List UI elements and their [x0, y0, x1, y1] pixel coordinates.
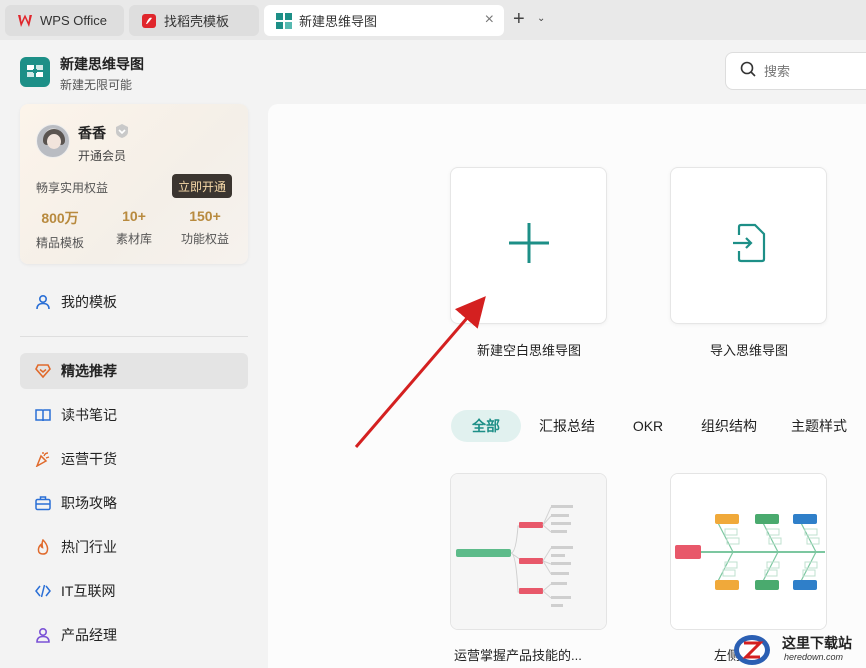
search-icon: [740, 61, 756, 82]
tab-label: WPS Office: [40, 13, 107, 28]
category-theme-style[interactable]: 主题样式: [783, 410, 855, 442]
mindmap-logo-icon: [276, 12, 292, 29]
tab-wps-office[interactable]: WPS Office: [5, 5, 124, 36]
sidebar-item-label: 我的模板: [61, 294, 117, 310]
member-status[interactable]: 开通会员: [78, 147, 126, 164]
user-icon: [35, 294, 51, 310]
sidebar-item-operations[interactable]: 运营干货: [20, 441, 248, 477]
stat-templates[interactable]: 800万 精品模板: [25, 208, 95, 251]
import-mindmap-button[interactable]: [670, 167, 827, 324]
watermark-name: 这里下载站: [782, 636, 852, 652]
sidebar-item-hot-industry[interactable]: 热门行业: [20, 529, 248, 565]
sidebar-item-my-templates[interactable]: 我的模板: [20, 284, 248, 320]
member-card: 香香 开通会员 畅享实用权益 立即开通 800万 精品模板 10+ 素材库 15…: [20, 104, 248, 264]
sidebar-item-it-internet[interactable]: IT互联网: [20, 573, 248, 609]
user-icon: [35, 627, 51, 643]
stat-features[interactable]: 150+ 功能权益: [170, 208, 240, 247]
chevron-down-icon[interactable]: ⌄: [537, 13, 545, 24]
search-input[interactable]: [764, 63, 854, 79]
book-icon: [35, 407, 51, 423]
sidebar-item-label: 运营干货: [61, 451, 117, 467]
template-thumbnail: [451, 474, 606, 629]
sidebar-item-featured[interactable]: 精选推荐: [20, 353, 248, 389]
sidebar-item-reading-notes[interactable]: 读书笔记: [20, 397, 248, 433]
code-icon: [35, 583, 51, 599]
category-report[interactable]: 汇报总结: [531, 410, 603, 442]
sidebar-item-label: 热门行业: [61, 539, 117, 555]
import-icon: [731, 223, 767, 268]
category-all[interactable]: 全部: [451, 410, 521, 442]
wps-logo-icon: [17, 13, 33, 29]
page-title: 新建思维导图: [60, 56, 144, 72]
new-blank-label: 新建空白思维导图: [476, 343, 581, 358]
category-okr[interactable]: OKR: [623, 410, 673, 442]
template-thumbnail: [671, 474, 826, 629]
tab-docer[interactable]: 找稻壳模板: [129, 5, 259, 36]
watermark-logo-icon: [732, 630, 772, 668]
watermark-url: heredown.com: [784, 652, 844, 662]
tab-new-mindmap[interactable]: 新建思维导图 ×: [264, 5, 504, 36]
sidebar-item-label: 读书笔记: [61, 407, 117, 423]
flame-icon: [35, 539, 51, 555]
search-box[interactable]: [725, 52, 866, 90]
template-card[interactable]: [450, 473, 607, 630]
diamond-icon: [35, 363, 51, 379]
plus-icon[interactable]: +: [513, 9, 525, 29]
docer-logo-icon: [141, 13, 157, 29]
user-name: 香香: [78, 125, 106, 141]
sidebar-item-label: 产品经理: [61, 627, 117, 643]
app-logo-icon: [20, 57, 50, 87]
avatar[interactable]: [36, 124, 70, 158]
vip-badge-icon: [114, 123, 130, 144]
sidebar-divider: [20, 336, 248, 337]
stat-materials[interactable]: 10+ 素材库: [99, 208, 169, 247]
tab-label: 找稻壳模板: [164, 14, 230, 29]
sidebar-item-product-manager[interactable]: 产品经理: [20, 617, 248, 653]
sidebar-item-label: 职场攻略: [61, 495, 117, 511]
import-label: 导入思维导图: [709, 343, 788, 358]
page-subtitle: 新建无限可能: [60, 78, 133, 92]
benefit-text: 畅享实用权益: [36, 181, 109, 195]
sidebar-item-label: 精选推荐: [61, 363, 117, 379]
new-blank-mindmap-button[interactable]: [450, 167, 607, 324]
template-title: 运营掌握产品技能的...: [454, 648, 582, 663]
tab-label: 新建思维导图: [299, 14, 378, 29]
open-membership-button[interactable]: 立即开通: [172, 174, 232, 198]
briefcase-icon: [35, 495, 51, 511]
template-card[interactable]: [670, 473, 827, 630]
plus-icon: [507, 221, 551, 270]
close-icon[interactable]: ×: [485, 12, 494, 28]
sidebar-item-label: IT互联网: [61, 583, 116, 599]
party-popper-icon: [35, 451, 51, 467]
category-org-structure[interactable]: 组织结构: [693, 410, 765, 442]
tab-bar: WPS Office 找稻壳模板 新建思维导图 × + ⌄: [0, 0, 866, 40]
sidebar-item-workplace[interactable]: 职场攻略: [20, 485, 248, 521]
watermark: 这里下载站 heredown.com: [730, 630, 866, 668]
